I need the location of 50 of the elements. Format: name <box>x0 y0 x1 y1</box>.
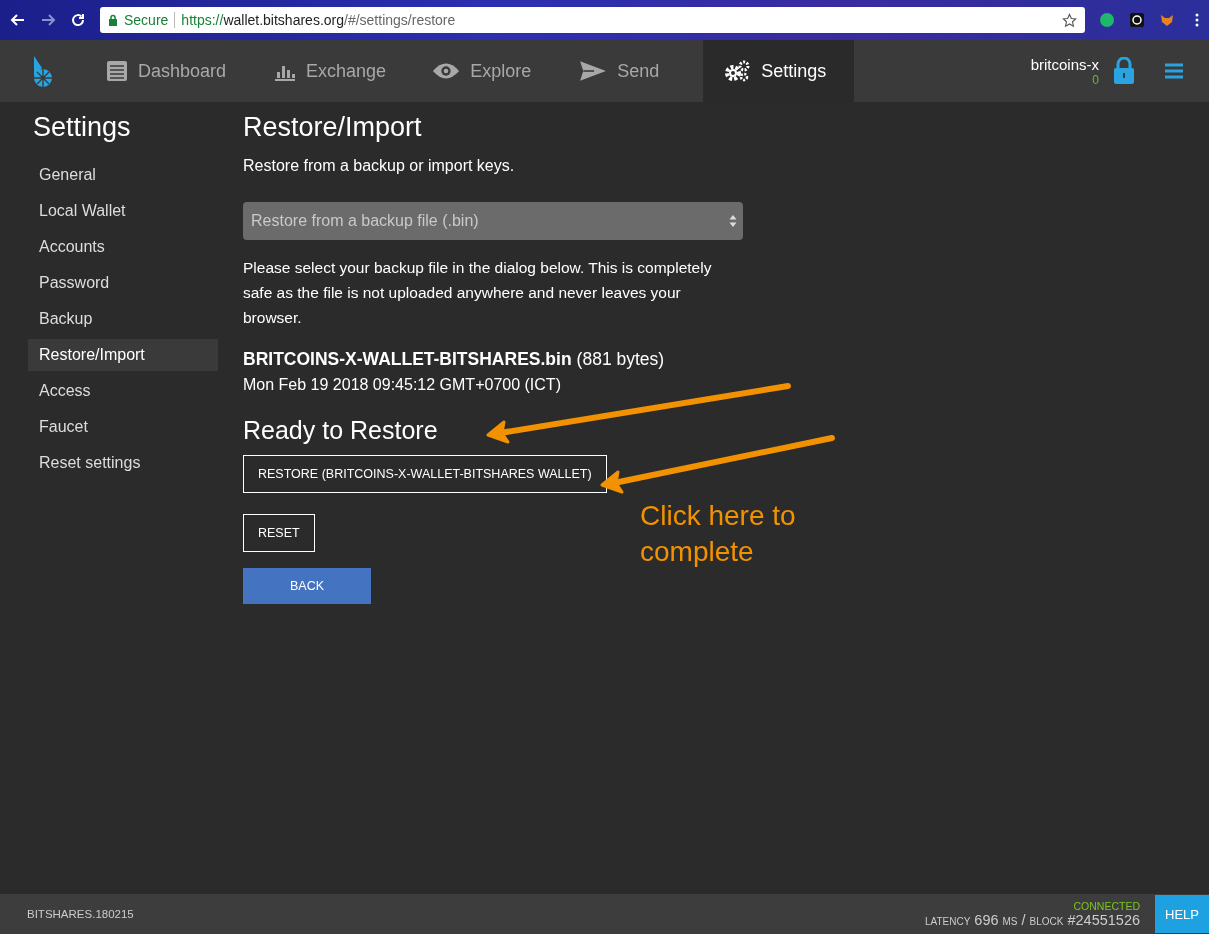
nav-tab[interactable]: Exchange <box>262 40 421 102</box>
file-name: BRITCOINS-X-WALLET-BITSHARES.bin <box>243 349 572 370</box>
sidebar-item[interactable]: Password <box>28 267 218 299</box>
sidebar-item[interactable]: Faucet <box>28 411 218 443</box>
sidebar-item[interactable]: Accounts <box>28 231 218 263</box>
bookmark-star-icon[interactable] <box>1062 12 1077 28</box>
action-button[interactable]: BACK <box>243 568 371 604</box>
back-icon[interactable] <box>10 12 26 28</box>
sidebar-item[interactable]: Access <box>28 375 218 407</box>
lock-icon <box>108 14 118 26</box>
page-title: Restore/Import <box>243 112 423 143</box>
account-balance: 0 <box>1092 72 1099 87</box>
reload-icon[interactable] <box>70 12 86 28</box>
page-subtitle: Restore from a backup or import keys. <box>243 157 516 175</box>
connection-status: CONNECTED <box>1073 900 1141 912</box>
latency-value: 696 <box>974 912 999 928</box>
menu-icon[interactable] <box>1195 12 1199 28</box>
dashboard-icon <box>106 60 128 82</box>
sidebar-item[interactable]: Restore/Import <box>28 339 218 371</box>
padlock-icon[interactable] <box>1113 57 1135 85</box>
action-button[interactable]: RESTORE (BRITCOINS-X-WALLET-BITSHARES WALLET) <box>243 455 607 493</box>
block-number: #24551526 <box>1067 912 1141 928</box>
sidebar-item[interactable]: Local Wallet <box>28 195 218 227</box>
sidebar-item[interactable]: Reset settings <box>28 447 218 479</box>
nav-tab[interactable]: Dashboard <box>94 40 263 102</box>
address-bar[interactable]: Secure https://wallet.bitshares.org/#/settings/restore <box>100 7 1085 33</box>
separator-text: / <box>1021 912 1026 928</box>
sidebar-title: Settings <box>33 112 132 143</box>
action-button[interactable]: RESET <box>243 514 315 552</box>
fox-icon[interactable] <box>1159 12 1175 28</box>
ready-heading: Ready to Restore <box>243 416 439 445</box>
paper-plane-icon <box>579 60 608 82</box>
sidebar-item[interactable]: General <box>28 159 218 191</box>
sidebar-item[interactable]: Backup <box>28 303 218 335</box>
account-name[interactable]: britcoins-x <box>1030 55 1099 73</box>
extension-icon[interactable] <box>1129 12 1145 28</box>
latency-label: LATENCY <box>924 916 971 927</box>
gears-icon <box>723 60 752 82</box>
instructions-text: Please select your backup file in the dialog below. This is completely safe as the file is not uploaded anywhere and never leaves your browser. <box>243 258 713 328</box>
block-label: BLOCK <box>1029 916 1064 927</box>
nav-tab[interactable]: Explore <box>420 40 568 102</box>
forward-icon[interactable] <box>40 12 56 28</box>
updown-arrows-icon <box>729 214 737 228</box>
version-label: BITSHARES.180215 <box>27 908 135 920</box>
file-size: (881 bytes) <box>576 349 665 370</box>
latency-unit: MS <box>1002 916 1018 927</box>
file-date: Mon Feb 19 2018 09:45:12 GMT+0700 (ICT) <box>243 376 562 394</box>
annotation-text: Click here to complete <box>640 499 797 569</box>
nav-tab[interactable]: Settings <box>703 40 855 102</box>
nav-tab[interactable]: Send <box>567 40 704 102</box>
